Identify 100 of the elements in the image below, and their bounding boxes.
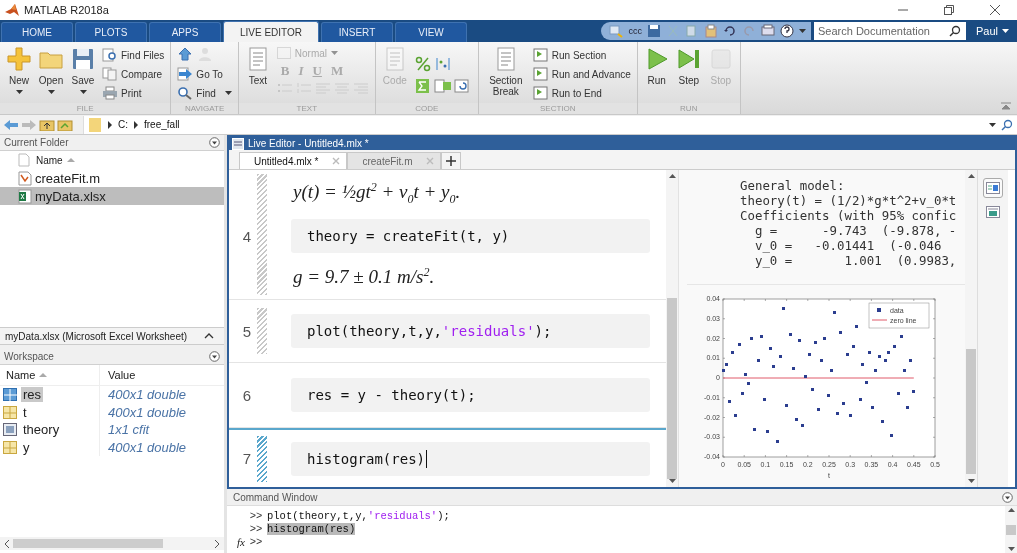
scroll-thumb[interactable] [966,348,976,474]
sum-icon[interactable] [413,78,432,94]
horizontal-scrollbar[interactable] [0,537,224,550]
collapse-icon[interactable] [1001,102,1011,110]
data-point [810,388,814,392]
file-item[interactable]: createFit.m [0,169,224,187]
scroll-thumb[interactable] [1006,524,1016,535]
paste-icon[interactable] [703,24,718,38]
ribbon-button[interactable]: Section Break [484,46,527,103]
matrix-icon [3,388,17,402]
ribbon-button[interactable]: Run to End [532,85,631,101]
ribbon-tab[interactable]: APPS [149,22,221,42]
ribbon-button[interactable]: Save [70,46,96,103]
up-arrow-icon[interactable] [177,47,194,61]
variable-name[interactable]: t [0,403,100,421]
scroll-thumb[interactable] [667,298,677,479]
legend-marker [871,319,888,321]
expand-icon[interactable] [204,333,214,339]
column-header[interactable]: Value [100,369,136,381]
ribbon-button[interactable]: Compare [102,66,165,82]
restore-icon[interactable] [943,4,955,16]
function-browser-button[interactable]: fx [227,535,245,548]
arrow-down-icon[interactable] [1007,547,1015,551]
variable-name[interactable]: y [0,438,100,456]
percent-icon[interactable] [413,56,432,72]
arrow-up-icon[interactable] [1007,508,1015,512]
menu-icon[interactable] [209,137,220,148]
code-section[interactable]: y(t) = ½gt$^{2}$ + v$_{0}$t + y$_{0}$. 4 theory = createFit(t, y) g = 9.7 ± 0.1 m/s$^{2}$. [229,170,666,300]
back-icon[interactable] [3,118,19,131]
path-segment[interactable]: C: [118,119,128,130]
editor-tab[interactable]: Untitled4.mlx * [239,152,348,169]
window-icon[interactable] [760,24,775,38]
code-section[interactable]: 6 res = y - theory(t); [229,363,666,428]
path-field[interactable]: C: free_fall [83,115,1017,134]
menu-icon[interactable] [1002,491,1013,503]
arrow-down-icon[interactable] [967,479,975,483]
search-icon[interactable] [948,25,961,37]
arrow-down-icon[interactable] [668,479,676,483]
new-tab-button[interactable] [441,152,462,169]
ribbon-button[interactable]: Run and Advance [532,66,631,82]
insert-icon[interactable] [433,78,452,94]
ribbon-button[interactable]: New [6,46,32,103]
arrow-right-icon[interactable] [213,538,221,549]
column-header[interactable]: Name [36,154,75,166]
editor-tab[interactable]: createFit.m [347,152,442,169]
ribbon-button[interactable]: Run [643,46,670,103]
shortcut-icon[interactable] [609,24,624,38]
ribbon-button[interactable]: Find [177,85,232,101]
legend-box [868,302,930,329]
arrow-up-icon[interactable] [668,174,676,178]
data-point [836,412,839,415]
vertical-scrollbar[interactable] [666,170,678,487]
code-section[interactable]: 7 histogram(res) [229,428,666,487]
data-point [883,358,887,362]
output-inline-button[interactable] [983,178,1003,198]
data-point [721,368,725,372]
data-point [861,362,865,366]
folder-up-icon[interactable] [39,118,55,131]
shortcut-label[interactable]: ccc [628,26,642,36]
refresh-icon[interactable] [453,78,472,94]
vertical-scrollbar[interactable] [965,170,977,487]
ribbon-button[interactable]: Go To [177,66,232,82]
ribbon-button[interactable]: Find Files [102,47,165,63]
search-field[interactable]: Search Documentation [813,22,966,40]
user-menu[interactable]: Paul [965,25,1017,37]
close-icon[interactable] [989,4,1001,16]
ribbon-button[interactable]: Run Section [532,47,631,63]
matrix-icon[interactable] [433,56,452,72]
ribbon-button[interactable]: Step [675,46,702,103]
code-section[interactable]: 5 plot(theory,t,y,'residuals'); [229,300,666,363]
arrow-up-icon[interactable] [967,174,975,178]
ribbon-tab[interactable]: HOME [1,22,73,42]
variable-name[interactable]: res [0,386,100,404]
ribbon-tab[interactable]: LIVE EDITOR [223,21,319,42]
ribbon-tab[interactable]: VIEW [395,22,467,42]
ribbon-button[interactable]: Print [102,85,165,101]
path-segment[interactable]: free_fall [144,119,180,130]
variable-value: 1x1 cfit [107,422,150,438]
vertical-scrollbar[interactable] [1005,506,1017,553]
ribbon-tab[interactable]: PLOTS [75,22,147,42]
help-icon[interactable] [779,24,794,38]
ribbon-button[interactable]: Text [244,46,271,103]
scroll-thumb[interactable] [13,539,163,548]
output-line: g = -9.743 (-9.878, - [753,223,958,238]
step-icon [675,46,702,72]
ribbon-tab[interactable]: INSERT [321,22,393,42]
command-text: histogram(res) [267,522,356,535]
line-number: 6 [241,385,252,406]
undo-icon[interactable] [722,24,737,38]
menu-icon[interactable] [209,351,220,362]
variable-name[interactable]: theory [0,421,100,439]
data-point [782,307,786,311]
matrix-icon [3,440,17,454]
data-point [816,408,820,412]
data-point [791,366,795,370]
copy-icon[interactable] [684,24,699,38]
arrow-left-icon[interactable] [3,538,11,549]
column-header[interactable]: Name [0,365,100,385]
ribbon-button[interactable]: Open [38,46,64,103]
file-item[interactable]: myData.xlsx [0,187,224,205]
